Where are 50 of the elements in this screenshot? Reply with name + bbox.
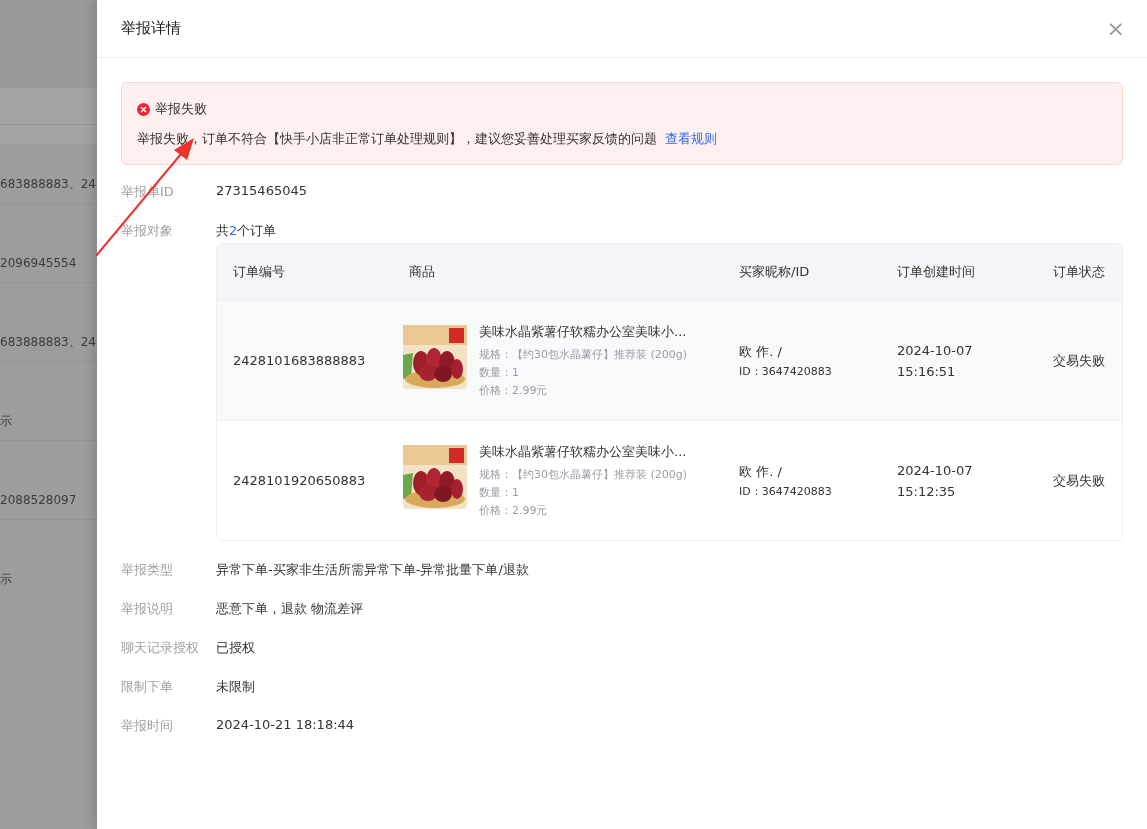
column-header: 买家昵称/ID bbox=[738, 263, 811, 281]
column-header: 订单创建时间 bbox=[896, 263, 976, 281]
table-cell-text: 2428101920650883 bbox=[232, 473, 367, 488]
alert-title: 举报失败 bbox=[155, 100, 207, 118]
drawer-title: 举报详情 bbox=[121, 19, 181, 38]
table-cell: 2088528097 bbox=[0, 493, 77, 507]
error-icon bbox=[137, 102, 150, 116]
product-spec: 规格：【约30包水晶薯仔】推荐装 (200g) bbox=[479, 347, 688, 362]
buyer-name: 欧 作. / bbox=[739, 462, 783, 481]
table-cell: 683888883、24 bbox=[0, 175, 96, 193]
close-button[interactable]: × bbox=[1102, 16, 1129, 41]
field-value: 共2个订单 bbox=[216, 222, 277, 240]
view-rules-link[interactable]: 查看规则 bbox=[665, 130, 717, 148]
order-date: 2024-10-07 bbox=[897, 462, 974, 478]
alert-message: 举报失败，订单不符合【快手小店非正常订单处理规则】，建议您妥善处理买家反馈的问题 bbox=[137, 130, 657, 148]
field-value: 2024-10-21 18:18:44 bbox=[216, 717, 355, 732]
buyer-id: ID：3647420883 bbox=[739, 363, 833, 379]
field-label: 举报时间 bbox=[121, 717, 174, 735]
field-label: 举报对象 bbox=[121, 222, 174, 240]
field-value: 已授权 bbox=[216, 639, 255, 657]
product-quantity: 数量：1 bbox=[479, 485, 520, 500]
column-header: 商品 bbox=[408, 263, 436, 281]
product-title: 美味水晶紫薯仔软糯办公室美味小... bbox=[479, 323, 688, 341]
field-label: 限制下单 bbox=[121, 678, 174, 696]
product-spec: 规格：【约30包水晶薯仔】推荐装 (200g) bbox=[479, 467, 688, 482]
product-price: 价格：2.99元 bbox=[479, 383, 549, 398]
buyer-id: ID：3647420883 bbox=[739, 483, 833, 499]
table-cell: 示 bbox=[0, 412, 12, 430]
column-header: 订单编号 bbox=[232, 263, 286, 281]
order-date: 2024-10-07 bbox=[897, 342, 974, 358]
buyer-name: 欧 作. / bbox=[739, 342, 783, 361]
table-cell: 示 bbox=[0, 570, 12, 588]
field-label: 聊天记录授权 bbox=[121, 639, 200, 657]
table-cell-text: 2428101683888883 bbox=[232, 353, 367, 368]
field-value: 恶意下单，退款 物流差评 bbox=[216, 600, 364, 618]
field-label: 举报说明 bbox=[121, 600, 174, 618]
field-value: 27315465045 bbox=[216, 183, 307, 198]
product-price: 价格：2.99元 bbox=[479, 503, 549, 518]
field-value: 未限制 bbox=[216, 678, 255, 696]
field-value: 异常下单-买家非生活所需异常下单-异常批量下单/退款 bbox=[216, 561, 529, 579]
order-time: 15:12:35 bbox=[897, 483, 957, 499]
order-status: 交易失败 bbox=[1052, 351, 1106, 370]
field-label: 举报类型 bbox=[121, 561, 174, 579]
table-cell: 683888883、24 bbox=[0, 333, 96, 351]
order-status: 交易失败 bbox=[1052, 471, 1106, 490]
column-header: 订单状态 bbox=[1052, 263, 1106, 281]
product-quantity: 数量：1 bbox=[479, 365, 520, 380]
order-time: 15:16:51 bbox=[897, 363, 957, 379]
table-cell: 2096945554 bbox=[0, 256, 77, 270]
product-title: 美味水晶紫薯仔软糯办公室美味小... bbox=[479, 443, 688, 461]
